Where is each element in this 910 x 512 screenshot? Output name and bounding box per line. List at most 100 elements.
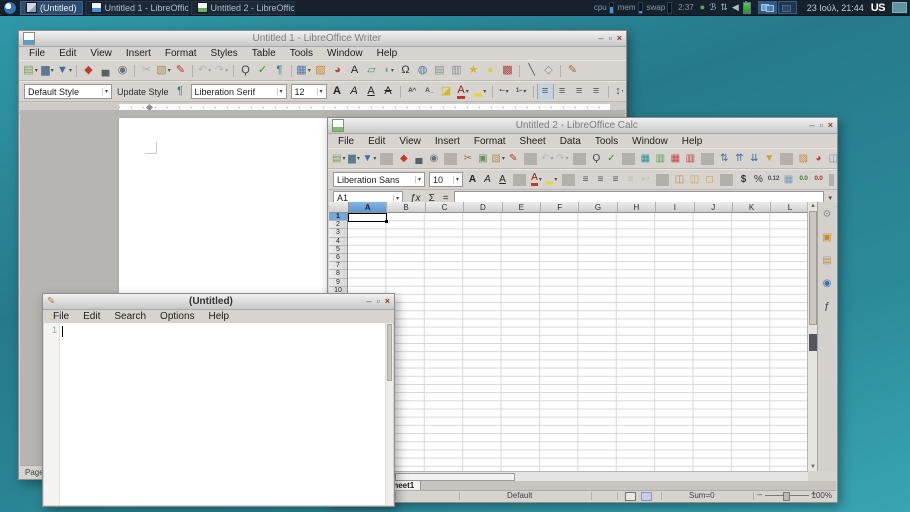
insert-row-icon[interactable]: ▦	[639, 151, 652, 166]
toolbar-button[interactable]	[829, 174, 834, 186]
italic-icon[interactable]: A	[481, 172, 494, 187]
sum-status[interactable]: Sum=0	[689, 491, 715, 501]
modified-status-icon[interactable]	[641, 492, 652, 501]
strikethrough-icon[interactable]: A	[381, 84, 396, 99]
mem-monitor[interactable]: mem	[618, 2, 643, 14]
menu-item[interactable]: Help	[202, 311, 237, 322]
number-format-icon[interactable]: 0.12	[767, 172, 780, 187]
toolbar-button[interactable]	[608, 86, 609, 98]
toolbar-button[interactable]	[76, 65, 77, 77]
undo-icon[interactable]: ↶	[541, 151, 554, 166]
toolbar-button[interactable]	[720, 174, 733, 186]
font-color-icon[interactable]: A	[456, 84, 471, 99]
row-header[interactable]: 4	[329, 238, 347, 246]
date-format-icon[interactable]: ▦	[782, 172, 795, 187]
row-header[interactable]: 9	[329, 279, 347, 287]
insert-chart-icon[interactable]: ◕	[330, 63, 345, 78]
sidebar-gallery-icon[interactable]: ▤	[821, 253, 834, 268]
toolbar-button[interactable]	[560, 65, 561, 77]
close-icon[interactable]: ×	[617, 34, 622, 43]
column-header[interactable]: J	[695, 202, 733, 213]
clone-formatting-icon[interactable]: ✎	[173, 63, 188, 78]
autofilter-icon[interactable]: ▼	[763, 151, 776, 166]
menu-item[interactable]: File	[22, 48, 52, 59]
menu-item[interactable]: Sheet	[513, 136, 553, 147]
zoom-percent-label[interactable]: 100%	[812, 491, 832, 501]
sort-ascending-icon[interactable]: ⇈	[733, 151, 746, 166]
align-justify-icon[interactable]: ≡	[624, 172, 637, 187]
highlight-color-icon[interactable]: ▂	[473, 84, 488, 99]
print-icon[interactable]: ▄	[412, 151, 425, 166]
clock[interactable]: 23 Ιούλ, 21:44	[807, 3, 864, 13]
row-header[interactable]: 2	[329, 221, 347, 229]
bluetooth-icon[interactable]: ℬ	[709, 3, 716, 12]
column-header[interactable]: D	[464, 202, 502, 213]
clone-formatting-icon[interactable]: ✎	[507, 151, 520, 166]
align-right-icon[interactable]: ≡	[572, 84, 587, 99]
toolbar-button[interactable]	[192, 65, 193, 77]
column-header[interactable]: A	[349, 202, 387, 213]
column-header[interactable]: E	[503, 202, 541, 213]
toolbar-button[interactable]	[291, 65, 292, 77]
menu-item[interactable]: Table	[245, 48, 283, 59]
unmerge-cells-icon[interactable]: ◻	[703, 172, 716, 187]
toolbar-button[interactable]	[656, 174, 669, 186]
taskbar-button-editor[interactable]: (Untitled)	[20, 1, 83, 15]
writer-titlebar[interactable]: Untitled 1 - LibreOffice Writer – ▫ ×	[19, 31, 626, 47]
open-folder-icon[interactable]: ▆	[347, 151, 360, 166]
close-icon[interactable]: ×	[385, 297, 390, 306]
minimize-icon[interactable]: –	[367, 297, 372, 306]
insert-textbox-icon[interactable]: A	[347, 63, 362, 78]
selected-cell-a1[interactable]	[348, 213, 387, 222]
calc-titlebar[interactable]: Untitled 2 - LibreOffice Calc – ▫ ×	[328, 118, 837, 134]
toolbar-button[interactable]	[573, 153, 586, 165]
menu-item[interactable]: Edit	[76, 311, 107, 322]
menu-item[interactable]: Tools	[283, 48, 320, 59]
toolbar-button[interactable]	[701, 153, 714, 165]
menu-item[interactable]: Window	[320, 48, 370, 59]
volume-icon[interactable]: ◀	[732, 3, 739, 12]
menu-item[interactable]: Data	[553, 136, 588, 147]
bullet-list-icon[interactable]: •–	[497, 84, 512, 99]
align-left-icon[interactable]: ≡	[579, 172, 592, 187]
row-header[interactable]: 8	[329, 270, 347, 278]
toolbar-button[interactable]	[444, 153, 457, 165]
menu-item[interactable]: Help	[675, 136, 710, 147]
column-header[interactable]: I	[656, 202, 694, 213]
print-preview-icon[interactable]: ◉	[427, 151, 440, 166]
spelling-icon[interactable]: ✓	[605, 151, 618, 166]
wrap-text-icon[interactable]: ↩	[639, 172, 652, 187]
insert-field-icon[interactable]: ▱	[364, 63, 379, 78]
hyperlink-icon[interactable]: ◍	[415, 63, 430, 78]
align-right-icon[interactable]: ≡	[609, 172, 622, 187]
text-input-area[interactable]	[60, 323, 385, 505]
row-header[interactable]: 3	[329, 229, 347, 237]
endnote-icon[interactable]: ▥	[449, 63, 464, 78]
menu-item[interactable]: Edit	[52, 48, 83, 59]
toolbar-button[interactable]	[492, 86, 493, 98]
vertical-scroll-thumb[interactable]	[809, 211, 817, 325]
workspace-switcher[interactable]	[758, 1, 797, 14]
redo-icon[interactable]: ↷	[556, 151, 569, 166]
find-replace-icon[interactable]: Ϙ	[590, 151, 603, 166]
show-desktop-icon[interactable]	[892, 2, 907, 13]
workspace-2[interactable]	[778, 1, 797, 14]
new-document-icon[interactable]: ▤	[332, 151, 345, 166]
spreadsheet-grid[interactable]: A B C D E F G H I J K L	[329, 202, 808, 471]
chevron-down-icon[interactable]: ▾	[415, 176, 421, 183]
zoom-slider-knob[interactable]	[783, 492, 790, 501]
copy-icon[interactable]: ▣	[476, 151, 489, 166]
battery-icon[interactable]	[743, 2, 751, 14]
insert-comment-icon[interactable]: ◖	[381, 63, 396, 78]
open-folder-icon[interactable]: ▆	[40, 63, 55, 78]
delete-row-icon[interactable]: ▦	[669, 151, 682, 166]
sort-icon[interactable]: ⇅	[718, 151, 731, 166]
line-spacing-icon[interactable]: ↕	[613, 84, 623, 99]
font-size-combo[interactable]: 12 ▾	[291, 84, 327, 99]
save-icon[interactable]: ▼	[57, 63, 72, 78]
new-document-icon[interactable]: ▤	[23, 63, 38, 78]
toolbar-button[interactable]	[622, 153, 635, 165]
align-center-icon[interactable]: ≡	[594, 172, 607, 187]
network-icon[interactable]: ⇅	[720, 3, 728, 12]
delete-decimal-icon[interactable]: 0.0	[812, 172, 825, 187]
